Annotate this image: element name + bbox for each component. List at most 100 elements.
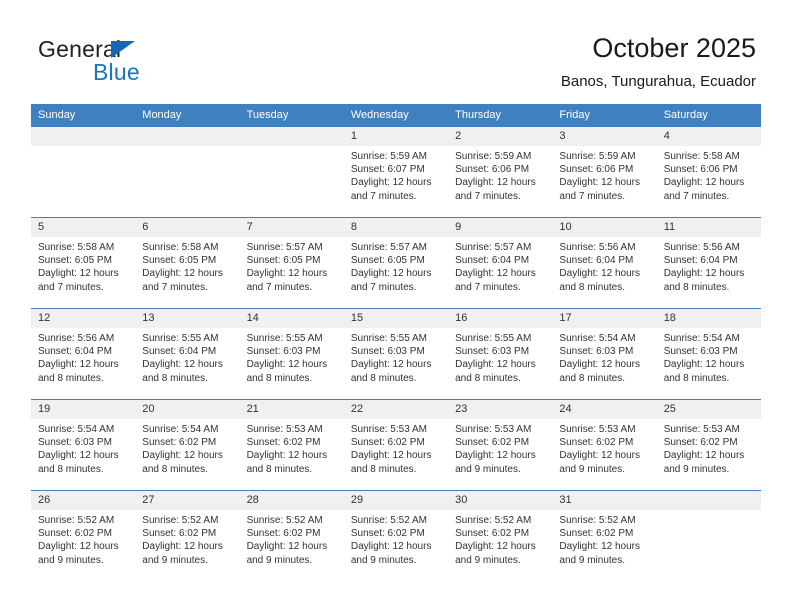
calendar-day-cell[interactable]: 18 Sunrise: 5:54 AM Sunset: 6:03 PM Dayligh… <box>656 308 761 400</box>
calendar-header-row: Sunday Monday Tuesday Wednesday Thursday Frid… <box>31 104 761 127</box>
sunset-text: Sunset: 6:02 PM <box>455 437 530 449</box>
sunrise-text: Sunrise: 5:52 AM <box>38 515 115 526</box>
calendar-day-cell[interactable]: 29 Sunrise: 5:52 AM Sunset: 6:02 PM Dayligh… <box>343 490 449 581</box>
calendar-day-cell[interactable]: 8 Sunrise: 5:57 AM Sunset: 6:05 PM Daylight… <box>343 217 449 309</box>
day-cell-inner: 29 Sunrise: 5:52 AM Sunset: 6:02 PM Dayligh… <box>343 491 449 581</box>
daylight-text: and 9 minutes. <box>559 463 626 475</box>
sunrise-text: Sunrise: 5:56 AM <box>38 333 115 344</box>
sunrise-text: Sunrise: 5:53 AM <box>350 424 427 435</box>
sunrise-text: Sunrise: 5:55 AM <box>455 333 532 344</box>
sunrise-text: Sunrise: 5:56 AM <box>663 242 740 253</box>
calendar-day-cell[interactable]: 23 Sunrise: 5:53 AM Sunset: 6:02 PM Dayligh… <box>448 399 553 491</box>
day-cell-inner <box>31 127 136 217</box>
calendar-day-cell[interactable]: 20 Sunrise: 5:54 AM Sunset: 6:02 PM Dayligh… <box>135 399 240 491</box>
sunrise-text: Sunrise: 5:53 AM <box>455 424 532 435</box>
daylight-text: and 9 minutes. <box>455 554 521 566</box>
calendar-day-cell[interactable]: 13 Sunrise: 5:55 AM Sunset: 6:04 PM Dayligh… <box>135 308 240 400</box>
day-sun-details: Sunrise: 5:58 AM Sunset: 6:05 PM Daylight:… <box>135 237 239 294</box>
weekday-row: Sunday Monday Tuesday Wednesday Thursday Frid… <box>31 104 761 127</box>
day-sun-details: Sunrise: 5:54 AM Sunset: 6:03 PM Daylight:… <box>552 328 656 385</box>
calendar-day-cell[interactable]: 1 Sunrise: 5:59 AM Sunset: 6:07 PM Daylight… <box>343 126 449 218</box>
sunset-text: Sunset: 6:03 PM <box>663 346 738 358</box>
day-cell-inner: 1 Sunrise: 5:59 AM Sunset: 6:07 PM Daylight… <box>343 127 449 217</box>
daylight-text: Daylight: 12 hours <box>142 268 223 280</box>
calendar-day-cell[interactable]: 5 Sunrise: 5:58 AM Sunset: 6:05 PM Daylight… <box>31 217 136 309</box>
day-number: 14 <box>239 309 344 328</box>
daylight-text: and 8 minutes. <box>142 372 208 384</box>
calendar-day-cell[interactable]: 17 Sunrise: 5:54 AM Sunset: 6:03 PM Dayligh… <box>552 308 657 400</box>
day-cell-inner: 19 Sunrise: 5:54 AM Sunset: 6:03 PM Dayligh… <box>31 400 136 490</box>
daylight-text: and 7 minutes. <box>142 281 208 293</box>
calendar-day-cell[interactable]: 30 Sunrise: 5:52 AM Sunset: 6:02 PM Dayligh… <box>448 490 553 581</box>
calendar-day-cell[interactable]: 6 Sunrise: 5:58 AM Sunset: 6:05 PM Daylight… <box>135 217 240 309</box>
sunrise-text: Sunrise: 5:53 AM <box>559 424 636 435</box>
daylight-text: and 8 minutes. <box>663 372 730 384</box>
daylight-text: Daylight: 12 hours <box>663 268 745 280</box>
day-number: 30 <box>448 491 553 510</box>
weekday-header-tuesday: Tuesday <box>239 104 344 127</box>
daylight-text: Daylight: 12 hours <box>350 359 432 371</box>
day-cell-inner: 27 Sunrise: 5:52 AM Sunset: 6:02 PM Dayligh… <box>135 491 240 581</box>
calendar-day-cell[interactable]: 7 Sunrise: 5:57 AM Sunset: 6:05 PM Daylight… <box>239 217 344 309</box>
calendar-day-cell-empty <box>656 490 761 581</box>
day-cell-inner: 23 Sunrise: 5:53 AM Sunset: 6:02 PM Dayligh… <box>448 400 553 490</box>
weekday-header-friday: Friday <box>552 104 657 127</box>
daylight-text: Daylight: 12 hours <box>246 541 328 553</box>
calendar-day-cell[interactable]: 12 Sunrise: 5:56 AM Sunset: 6:04 PM Dayligh… <box>31 308 136 400</box>
calendar-day-cell[interactable]: 9 Sunrise: 5:57 AM Sunset: 6:04 PM Daylight… <box>448 217 553 309</box>
general-blue-logo[interactable]: General Blue <box>38 36 278 88</box>
calendar-day-cell[interactable]: 19 Sunrise: 5:54 AM Sunset: 6:03 PM Dayligh… <box>31 399 136 491</box>
sunset-text: Sunset: 6:02 PM <box>455 528 530 540</box>
day-number: 18 <box>656 309 761 328</box>
calendar-day-cell[interactable]: 24 Sunrise: 5:53 AM Sunset: 6:02 PM Dayligh… <box>552 399 657 491</box>
sunset-text: Sunset: 6:05 PM <box>350 255 425 267</box>
calendar-day-cell[interactable]: 4 Sunrise: 5:58 AM Sunset: 6:06 PM Daylight… <box>656 126 761 218</box>
calendar-day-cell[interactable]: 27 Sunrise: 5:52 AM Sunset: 6:02 PM Dayligh… <box>135 490 240 581</box>
day-cell-inner: 11 Sunrise: 5:56 AM Sunset: 6:04 PM Dayligh… <box>656 218 761 308</box>
day-sun-details: Sunrise: 5:57 AM Sunset: 6:05 PM Daylight:… <box>240 237 344 294</box>
page-header: General Blue October 2025 Banos, Tungura… <box>0 0 792 104</box>
daylight-text: Daylight: 12 hours <box>350 450 432 462</box>
sunrise-text: Sunrise: 5:53 AM <box>663 424 740 435</box>
calendar-day-cell[interactable]: 3 Sunrise: 5:59 AM Sunset: 6:06 PM Daylight… <box>552 126 657 218</box>
sunset-text: Sunset: 6:02 PM <box>350 528 425 540</box>
daylight-text: and 8 minutes. <box>559 372 626 384</box>
day-cell-inner: 25 Sunrise: 5:53 AM Sunset: 6:02 PM Dayligh… <box>656 400 761 490</box>
sunset-text: Sunset: 6:06 PM <box>663 164 738 176</box>
daylight-text: Daylight: 12 hours <box>663 177 745 189</box>
day-sun-details: Sunrise: 5:58 AM Sunset: 6:06 PM Daylight:… <box>657 146 761 203</box>
day-cell-inner: 20 Sunrise: 5:54 AM Sunset: 6:02 PM Dayligh… <box>135 400 240 490</box>
daylight-text: and 7 minutes. <box>663 190 730 202</box>
calendar-day-cell[interactable]: 25 Sunrise: 5:53 AM Sunset: 6:02 PM Dayligh… <box>656 399 761 491</box>
sunrise-text: Sunrise: 5:55 AM <box>142 333 219 344</box>
calendar-day-cell[interactable]: 22 Sunrise: 5:53 AM Sunset: 6:02 PM Dayligh… <box>343 399 449 491</box>
daylight-text: and 7 minutes. <box>350 190 417 202</box>
day-cell-inner: 3 Sunrise: 5:59 AM Sunset: 6:06 PM Daylight… <box>552 127 657 217</box>
page-title: October 2025 <box>592 33 756 63</box>
day-sun-details: Sunrise: 5:55 AM Sunset: 6:03 PM Daylight:… <box>240 328 344 385</box>
day-sun-details: Sunrise: 5:56 AM Sunset: 6:04 PM Daylight:… <box>657 237 761 294</box>
calendar-day-cell[interactable]: 16 Sunrise: 5:55 AM Sunset: 6:03 PM Dayligh… <box>448 308 553 400</box>
sunset-text: Sunset: 6:03 PM <box>350 346 425 358</box>
calendar-day-cell[interactable]: 10 Sunrise: 5:56 AM Sunset: 6:04 PM Dayligh… <box>552 217 657 309</box>
day-sun-details: Sunrise: 5:53 AM Sunset: 6:02 PM Daylight:… <box>448 419 552 476</box>
daylight-text: and 9 minutes. <box>142 554 208 566</box>
day-number: 23 <box>448 400 553 419</box>
daylight-text: and 9 minutes. <box>350 554 417 566</box>
day-sun-details: Sunrise: 5:52 AM Sunset: 6:02 PM Daylight:… <box>344 510 448 567</box>
calendar-day-cell[interactable]: 31 Sunrise: 5:52 AM Sunset: 6:02 PM Dayligh… <box>552 490 657 581</box>
calendar-day-cell[interactable]: 21 Sunrise: 5:53 AM Sunset: 6:02 PM Dayligh… <box>239 399 344 491</box>
calendar-day-cell[interactable]: 14 Sunrise: 5:55 AM Sunset: 6:03 PM Dayligh… <box>239 308 344 400</box>
day-cell-inner: 17 Sunrise: 5:54 AM Sunset: 6:03 PM Dayligh… <box>552 309 657 399</box>
calendar-day-cell[interactable]: 2 Sunrise: 5:59 AM Sunset: 6:06 PM Daylight… <box>448 126 553 218</box>
calendar-day-cell[interactable]: 15 Sunrise: 5:55 AM Sunset: 6:03 PM Dayligh… <box>343 308 449 400</box>
sunrise-text: Sunrise: 5:59 AM <box>350 151 427 162</box>
daylight-text: Daylight: 12 hours <box>559 541 641 553</box>
calendar-day-cell[interactable]: 26 Sunrise: 5:52 AM Sunset: 6:02 PM Dayligh… <box>31 490 136 581</box>
day-sun-details: Sunrise: 5:59 AM Sunset: 6:06 PM Daylight:… <box>448 146 552 203</box>
day-number: 8 <box>343 218 449 237</box>
calendar-day-cell[interactable]: 11 Sunrise: 5:56 AM Sunset: 6:04 PM Dayligh… <box>656 217 761 309</box>
day-number: 17 <box>552 309 657 328</box>
calendar-day-cell[interactable]: 28 Sunrise: 5:52 AM Sunset: 6:02 PM Dayligh… <box>239 490 344 581</box>
day-number: 6 <box>135 218 240 237</box>
